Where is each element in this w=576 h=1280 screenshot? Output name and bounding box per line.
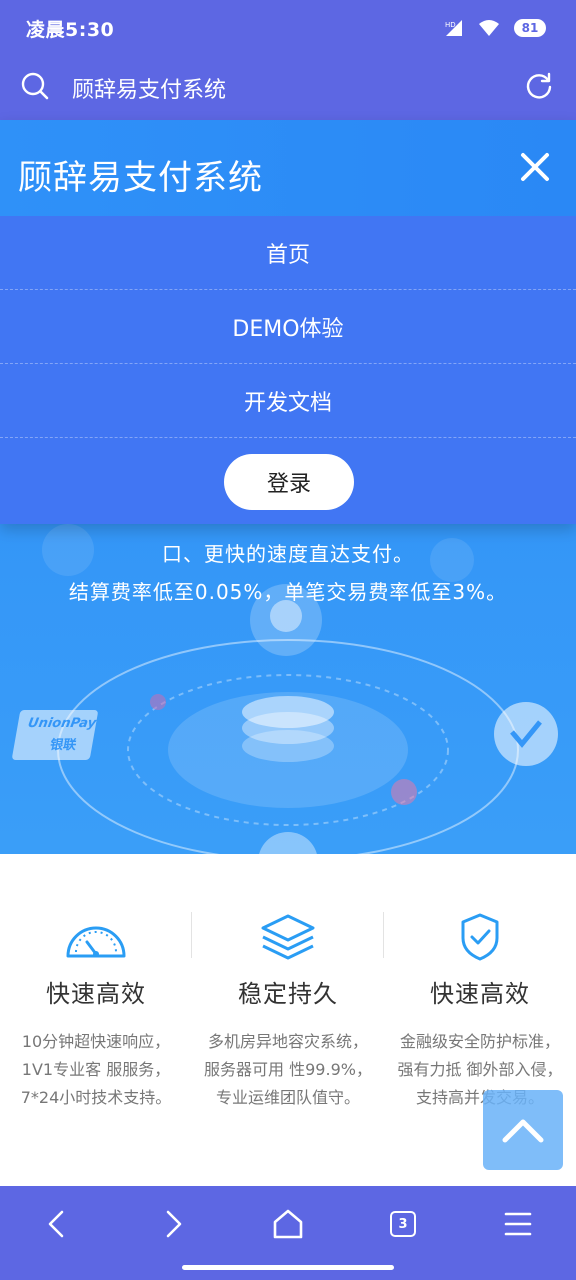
layers-icon [261,914,315,960]
back-to-top-button[interactable] [483,1090,563,1170]
hd-label: HD [445,21,456,29]
unionpay-logo: UnionPay 银联 [11,710,99,760]
feature-title: 稳定持久 [238,980,338,1008]
status-time: 凌晨5:30 [26,19,115,41]
login-button[interactable]: 登录 [224,454,354,510]
back-icon[interactable] [38,1204,78,1244]
status-bar: 凌晨5:30 HD 81 [0,0,576,56]
menu-item-demo[interactable]: DEMO体验 [0,290,576,364]
hero-text-line-2: 结算费率低至0.05%，单笔交易费率低至3%。 [68,580,508,604]
feature-card-speed: 快速高效 10分钟超快速响应，1V1专业客 服服务，7*24小时技术支持。 [0,854,192,1186]
menu-item-home[interactable]: 首页 [0,216,576,290]
feature-desc: 多机房异地容灾系统，服务器可用 性99.9%，专业运维团队值守。 [204,1032,372,1107]
tab-count: 3 [398,1216,408,1232]
unionpay-label: UnionPay [26,716,98,731]
forward-icon[interactable] [152,1204,192,1244]
menu-icon[interactable] [498,1204,538,1244]
browser-url-bar[interactable]: 顾辞易支付系统 [0,56,576,120]
home-indicator[interactable] [182,1265,394,1270]
chevron-up-icon [502,1119,544,1143]
wifi-icon [479,20,499,36]
signal-icon: HD [445,20,462,36]
feature-card-stable: 稳定持久 多机房异地容灾系统，服务器可用 性99.9%，专业运维团队值守。 [192,854,384,1186]
status-icons: HD 81 [444,16,546,40]
hero-text-line-1: 口、更快的速度直达支付。 [162,542,414,566]
menu-header: 顾辞易支付系统 [0,120,576,216]
speedometer-icon [66,926,126,958]
reload-icon[interactable] [524,71,554,101]
tabs-icon: 3 [390,1211,416,1237]
feature-desc: 10分钟超快速响应，1V1专业客 服服务，7*24小时技术支持。 [20,1032,172,1107]
shield-check-icon [461,913,499,961]
unionpay-cn-label: 银联 [48,738,78,753]
search-icon[interactable] [20,71,50,101]
menu-title[interactable]: 顾辞易支付系统 [18,150,263,199]
battery-icon: 81 [514,19,546,37]
home-icon[interactable] [268,1204,308,1244]
menu-item-docs[interactable]: 开发文档 [0,364,576,438]
nav-menu-panel: 顾辞易支付系统 首页 DEMO体验 开发文档 登录 [0,120,576,524]
close-icon[interactable] [520,152,550,182]
feature-title: 快速高效 [430,980,530,1008]
tabs-button[interactable]: 3 [383,1204,423,1244]
url-text[interactable]: 顾辞易支付系统 [72,72,226,104]
feature-title: 快速高效 [46,980,146,1008]
